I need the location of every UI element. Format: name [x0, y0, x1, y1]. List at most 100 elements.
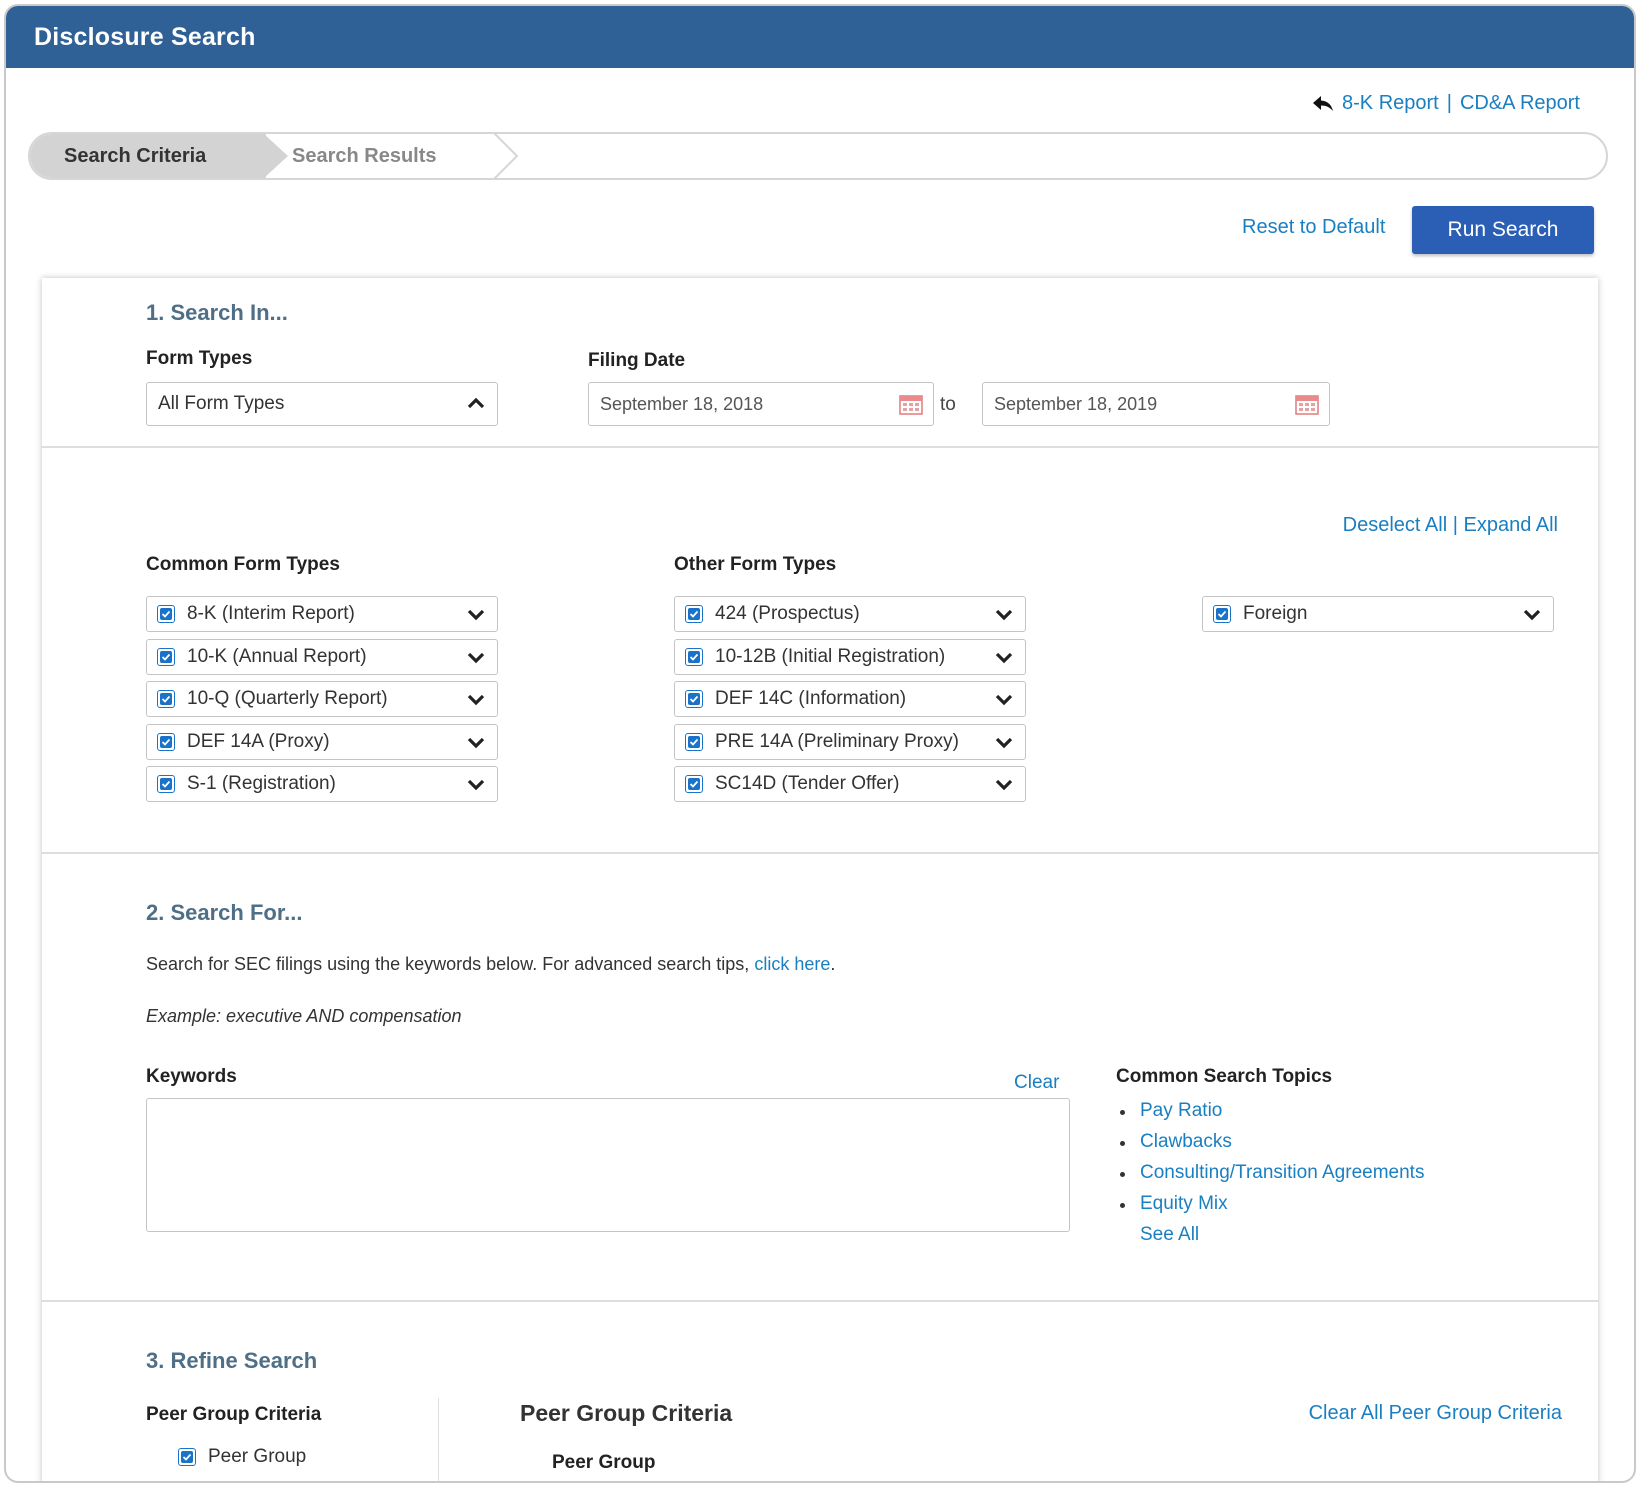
- reset-to-default-link[interactable]: Reset to Default: [1242, 216, 1385, 239]
- checkbox[interactable]: [685, 690, 703, 708]
- form-type-foreign[interactable]: Foreign: [1202, 596, 1554, 632]
- checkbox[interactable]: [157, 732, 175, 751]
- form-type-label: 8-K (Interim Report): [187, 603, 355, 624]
- form-types-select[interactable]: All Form Types: [146, 382, 498, 426]
- clear-keywords-link[interactable]: Clear: [1014, 1072, 1059, 1094]
- clear-all-peer-criteria-link[interactable]: Clear All Peer Group Criteria: [1309, 1402, 1562, 1425]
- form-type-bulk-links: Deselect All | Expand All: [1343, 514, 1558, 537]
- report-links: 8-K Report | CD&A Report: [1312, 92, 1580, 115]
- peer-group-label: Peer Group: [552, 1452, 656, 1473]
- form-types-label: Form Types: [146, 348, 253, 369]
- search-topic-link[interactable]: Consulting/Transition Agreements: [1140, 1162, 1424, 1183]
- form-type-label: 10-12B (Initial Registration): [715, 645, 946, 667]
- form-type-item[interactable]: SC14D (Tender Offer): [674, 766, 1026, 802]
- checkbox[interactable]: [685, 605, 703, 623]
- calendar-icon[interactable]: [1295, 393, 1319, 415]
- search-topic-item: Consulting/Transition Agreements: [1116, 1162, 1424, 1193]
- checkbox[interactable]: [685, 732, 703, 751]
- window-title: Disclosure Search: [34, 23, 256, 51]
- run-search-button[interactable]: Run Search: [1412, 206, 1594, 254]
- chevron-down-icon[interactable]: [1523, 608, 1541, 622]
- see-all-topics-link[interactable]: See All: [1140, 1224, 1199, 1245]
- chevron-down-icon[interactable]: [467, 693, 485, 707]
- filing-date-label: Filing Date: [588, 350, 686, 371]
- search-topic-link[interactable]: Pay Ratio: [1140, 1100, 1222, 1121]
- checkbox[interactable]: [685, 647, 703, 666]
- form-type-label: DEF 14A (Proxy): [187, 730, 330, 752]
- advanced-tips-link[interactable]: click here: [754, 954, 830, 974]
- breadcrumb-separator-icon: [494, 134, 518, 178]
- peer-group-criteria-label: Peer Group Criteria: [146, 1404, 322, 1425]
- calendar-icon[interactable]: [899, 393, 923, 415]
- form-type-item[interactable]: 10-Q (Quarterly Report): [146, 681, 498, 717]
- form-type-label: Foreign: [1243, 603, 1308, 624]
- keywords-input[interactable]: [146, 1098, 1070, 1232]
- search-topic-item: Pay Ratio: [1116, 1100, 1424, 1131]
- link-separator: |: [1452, 514, 1458, 536]
- breadcrumb-step-search-results[interactable]: Search Results: [292, 134, 437, 178]
- peer-group-criteria-title: Peer Group Criteria: [520, 1400, 733, 1426]
- checkbox[interactable]: [157, 605, 175, 623]
- section-3-heading: 3. Refine Search: [146, 1348, 318, 1373]
- form-type-item[interactable]: PRE 14A (Preliminary Proxy): [674, 723, 1026, 760]
- common-form-types-label: Common Form Types: [146, 554, 340, 575]
- form-type-item[interactable]: S-1 (Registration): [146, 766, 498, 802]
- checkbox[interactable]: [1213, 605, 1231, 623]
- chevron-down-icon[interactable]: [995, 651, 1013, 665]
- search-topics-list: Pay Ratio Clawbacks Consulting/Transition …: [1116, 1100, 1424, 1255]
- peer-group-checkbox-label: Peer Group: [208, 1446, 307, 1467]
- form-type-label: 10-Q (Quarterly Report): [187, 688, 388, 709]
- other-form-types-label: Other Form Types: [674, 554, 837, 575]
- search-example: Example: executive AND compensation: [146, 1006, 462, 1026]
- description-text: Search for SEC filings using the keyword…: [146, 954, 750, 974]
- breadcrumb: Search Criteria Search Results: [28, 132, 1608, 180]
- app-window: Disclosure Search 8-K Report | CD&A Repo…: [4, 4, 1636, 1483]
- search-topic-link[interactable]: Equity Mix: [1140, 1193, 1228, 1214]
- reply-arrow-icon[interactable]: [1312, 95, 1334, 113]
- form-types-value: All Form Types: [158, 393, 285, 414]
- form-type-item[interactable]: 10-K (Annual Report): [146, 638, 498, 675]
- expand-all-link[interactable]: Expand All: [1463, 514, 1558, 536]
- form-type-label: 424 (Prospectus): [715, 603, 860, 624]
- section-1-heading: 1. Search In...: [146, 300, 288, 325]
- chevron-down-icon[interactable]: [995, 608, 1013, 622]
- title-bar: Disclosure Search: [6, 6, 1634, 68]
- checkbox[interactable]: [685, 775, 703, 793]
- deselect-all-link[interactable]: Deselect All: [1343, 514, 1448, 536]
- checkbox[interactable]: [157, 690, 175, 708]
- chevron-down-icon[interactable]: [467, 778, 485, 792]
- 8k-report-link[interactable]: 8-K Report: [1342, 92, 1439, 115]
- checkbox[interactable]: [157, 775, 175, 793]
- checkbox[interactable]: [157, 647, 175, 666]
- chevron-down-icon[interactable]: [467, 651, 485, 665]
- search-description: Search for SEC filings using the keyword…: [146, 954, 835, 975]
- form-type-item[interactable]: 10-12B (Initial Registration): [674, 638, 1026, 675]
- date-from-field[interactable]: September 18, 2018: [588, 382, 934, 426]
- search-panel: 1. Search In... Form Types All Form Type…: [42, 278, 1598, 1481]
- date-to-field[interactable]: September 18, 2019: [982, 382, 1330, 426]
- form-type-item[interactable]: DEF 14A (Proxy): [146, 723, 498, 760]
- chevron-down-icon[interactable]: [467, 608, 485, 622]
- breadcrumb-step-search-criteria[interactable]: Search Criteria: [30, 134, 266, 178]
- common-search-topics-label: Common Search Topics: [1116, 1066, 1333, 1087]
- form-type-label: PRE 14A (Preliminary Proxy): [715, 730, 959, 752]
- chevron-down-icon[interactable]: [995, 693, 1013, 707]
- search-topic-link[interactable]: Clawbacks: [1140, 1131, 1232, 1152]
- divider: [42, 852, 1598, 854]
- description-end: .: [830, 954, 836, 974]
- chevron-down-icon[interactable]: [995, 736, 1013, 750]
- chevron-down-icon[interactable]: [467, 736, 485, 750]
- form-type-item[interactable]: DEF 14C (Information): [674, 681, 1026, 717]
- chevron-down-icon[interactable]: [995, 778, 1013, 792]
- link-separator: |: [1446, 92, 1452, 114]
- form-type-label: DEF 14C (Information): [715, 688, 907, 709]
- form-type-label: SC14D (Tender Offer): [715, 773, 900, 794]
- date-from-value: September 18, 2018: [600, 394, 764, 414]
- peer-group-checkbox[interactable]: [178, 1448, 196, 1466]
- breadcrumb-arrow: [264, 134, 288, 178]
- form-type-item[interactable]: 8-K (Interim Report): [146, 596, 498, 632]
- chevron-up-icon: [467, 397, 485, 409]
- search-topic-item: Equity Mix: [1116, 1193, 1424, 1224]
- form-type-item[interactable]: 424 (Prospectus): [674, 596, 1026, 632]
- cda-report-link[interactable]: CD&A Report: [1460, 92, 1580, 115]
